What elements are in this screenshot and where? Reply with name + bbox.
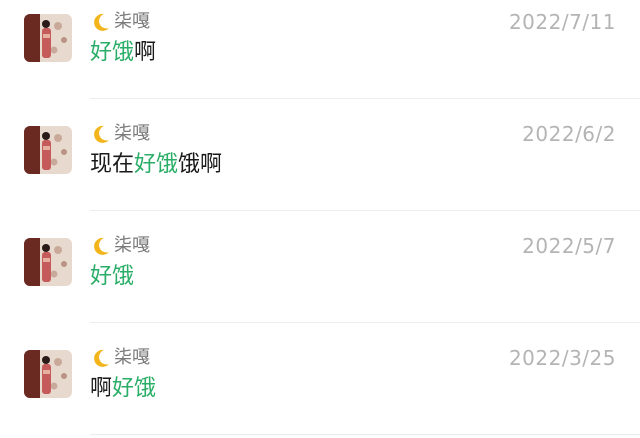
sender-name: 柒嘎 [114,123,150,144]
sender: 柒嘎 [90,10,150,34]
keyword-highlight: 好饿 [112,376,157,401]
message-text: 好饿 [90,262,134,292]
message-fragment: 现在 [90,152,135,177]
sender-name: 柒嘎 [114,11,150,32]
sender-name: 柒嘎 [114,347,150,368]
avatar[interactable] [24,14,72,62]
message-fragment: 啊 [134,40,157,65]
message-text: 现在好饿饿啊 [90,150,222,180]
result-row[interactable]: 柒嘎 2022/3/25 啊好饿 [0,336,640,438]
avatar[interactable] [24,126,72,174]
chat-search-results: 柒嘎 2022/7/11 好饿啊 柒嘎 2022/6/2 现在好饿饿啊 柒嘎 2… [0,0,640,438]
crescent-moon-icon [94,13,109,31]
divider [90,210,640,211]
sender: 柒嘎 [90,234,150,258]
avatar[interactable] [24,238,72,286]
crescent-moon-icon [94,237,109,255]
message-fragment: 啊 [90,376,113,401]
sender-name: 柒嘎 [114,235,150,256]
message-date: 2022/5/7 [522,234,616,258]
crescent-moon-icon [94,349,109,367]
sender: 柒嘎 [90,346,150,370]
message-date: 2022/6/2 [522,122,616,146]
message-fragment: 饿啊 [178,152,223,177]
keyword-highlight: 好饿 [90,264,135,289]
result-row[interactable]: 柒嘎 2022/6/2 现在好饿饿啊 [0,112,640,224]
result-row[interactable]: 柒嘎 2022/7/11 好饿啊 [0,0,640,112]
crescent-moon-icon [94,125,109,143]
message-text: 好饿啊 [90,38,156,68]
keyword-highlight: 好饿 [134,152,179,177]
keyword-highlight: 好饿 [90,40,135,65]
avatar[interactable] [24,350,72,398]
sender: 柒嘎 [90,122,150,146]
message-text: 啊好饿 [90,374,156,404]
divider [90,98,640,99]
divider [90,322,640,323]
result-row[interactable]: 柒嘎 2022/5/7 好饿 [0,224,640,336]
divider [90,434,640,435]
message-date: 2022/7/11 [508,10,616,34]
message-date: 2022/3/25 [508,346,616,370]
